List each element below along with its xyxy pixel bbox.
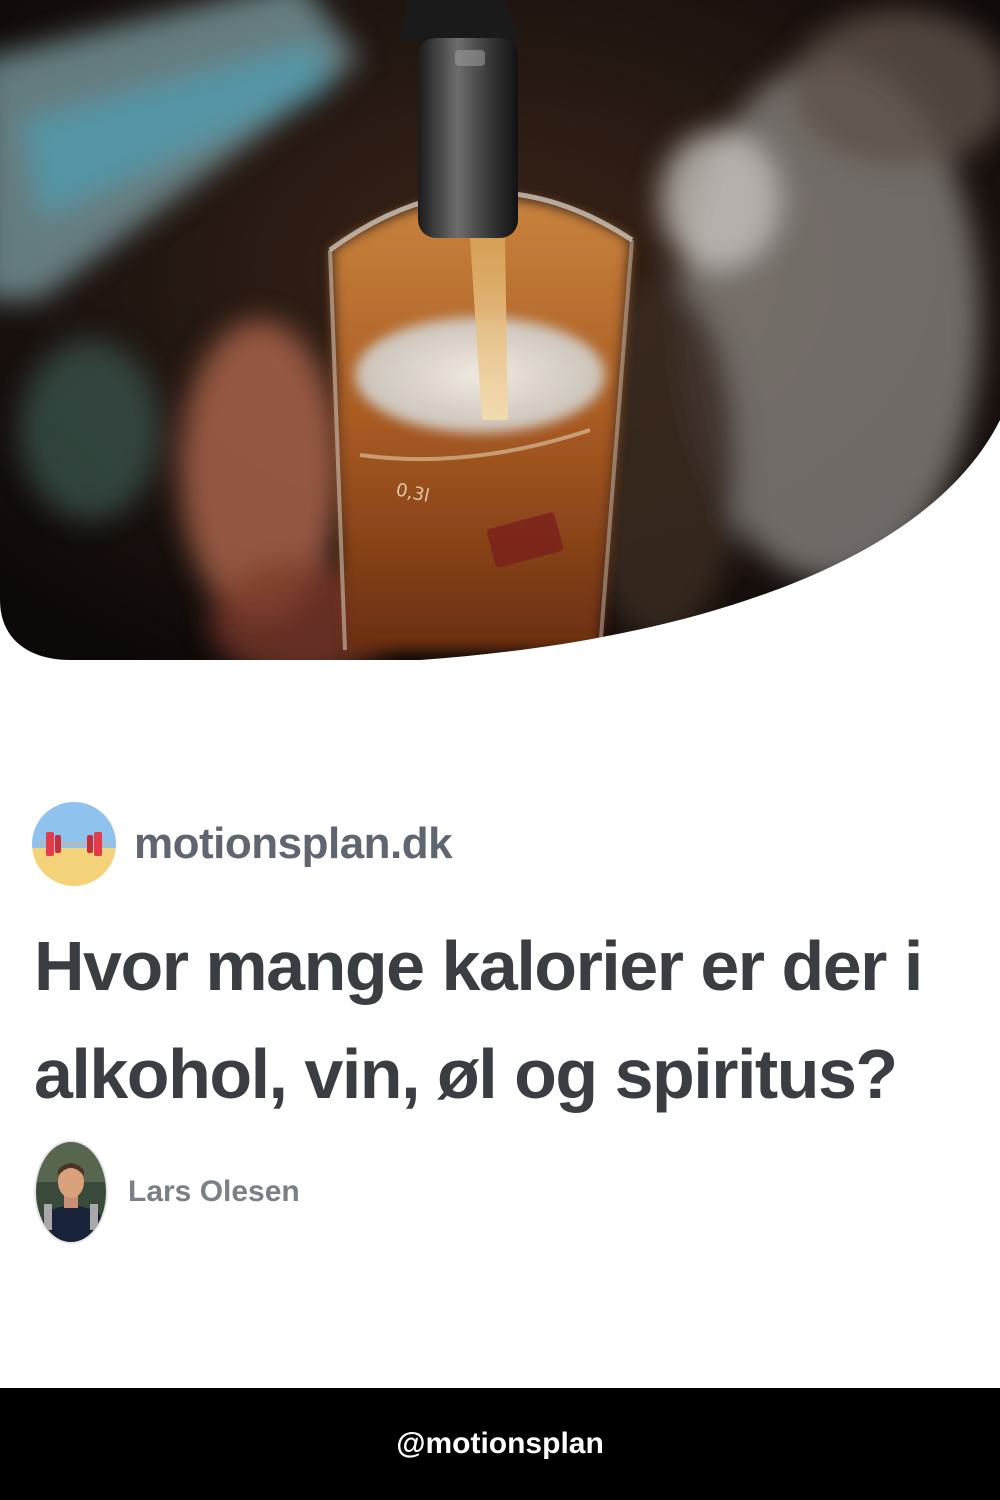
hero-image: 0,3l [0, 0, 1000, 670]
author-info: Lars Olesen [34, 1140, 300, 1244]
avatar[interactable] [34, 1140, 108, 1244]
footer-bar: @motionsplan [0, 1388, 1000, 1500]
author-name[interactable]: Lars Olesen [128, 1175, 300, 1209]
social-handle[interactable]: @motionsplan [396, 1427, 604, 1461]
site-header: motionsplan.dk [32, 802, 453, 886]
article-title[interactable]: Hvor mange kalorier er der i alkohol, vi… [34, 912, 964, 1128]
dumbbell-icon[interactable] [32, 802, 116, 886]
site-name[interactable]: motionsplan.dk [134, 819, 453, 869]
